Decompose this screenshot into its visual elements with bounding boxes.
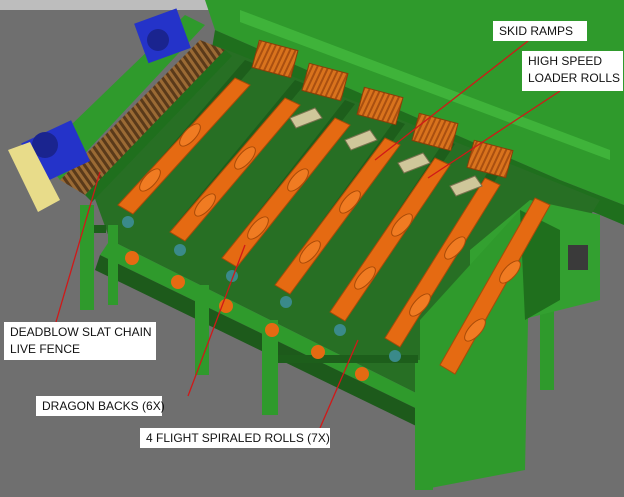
callout-spiraled-rolls-text: 4 FLIGHT SPIRALED ROLLS (7X) — [146, 431, 330, 445]
callout-high-speed-loader-rolls: HIGH SPEED LOADER ROLLS — [522, 51, 623, 91]
callout-deadblow-line1: DEADBLOW SLAT CHAIN — [10, 325, 152, 339]
callout-deadblow-line2: LIVE FENCE — [10, 342, 81, 356]
callout-loader-line2: LOADER ROLLS — [528, 71, 621, 85]
callout-loader-line1: HIGH SPEED — [528, 54, 603, 68]
machine-diagram: SKID RAMPS HIGH SPEED LOADER ROLLS DEADB… — [0, 0, 624, 497]
callout-deadblow-slat-chain: DEADBLOW SLAT CHAIN LIVE FENCE — [4, 322, 156, 360]
callout-dragon-backs-text: DRAGON BACKS (6X) — [42, 399, 165, 413]
callout-spiraled-rolls: 4 FLIGHT SPIRALED ROLLS (7X) — [140, 428, 330, 448]
callout-skid-ramps: SKID RAMPS — [493, 21, 587, 41]
callout-dragon-backs: DRAGON BACKS (6X) — [36, 396, 165, 416]
control-box — [568, 245, 588, 270]
callout-skid-ramps-text: SKID RAMPS — [499, 24, 574, 38]
